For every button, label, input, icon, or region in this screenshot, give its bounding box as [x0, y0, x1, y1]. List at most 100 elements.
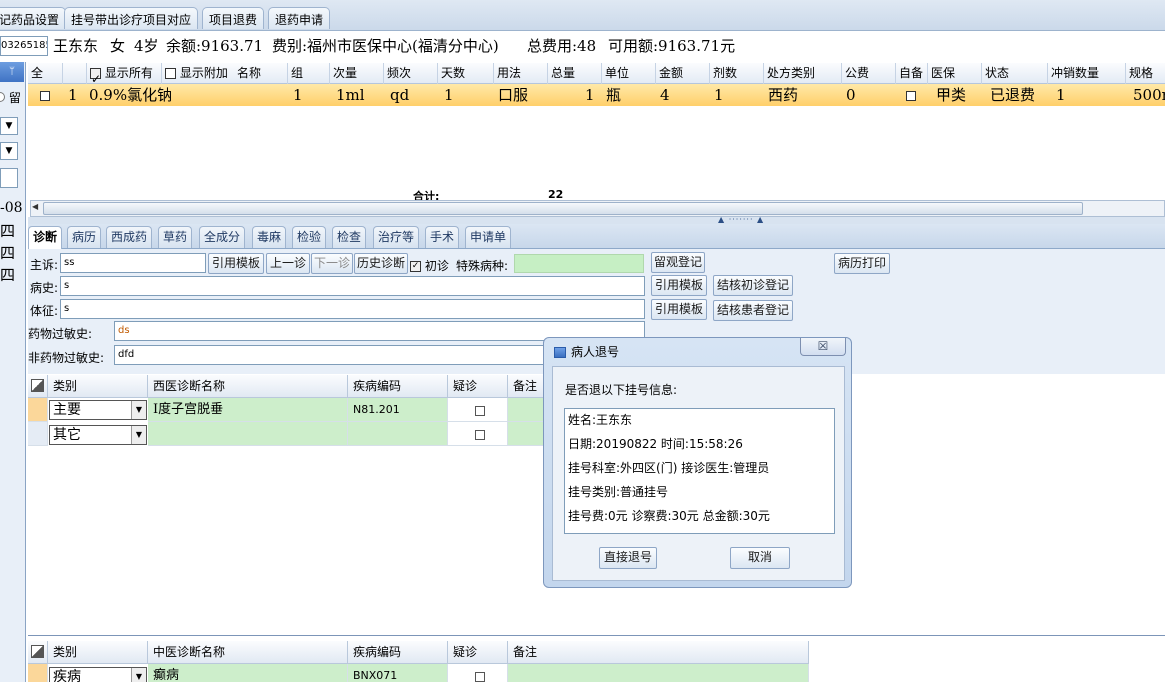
row-indicator-2[interactable] — [28, 422, 48, 446]
tab-request-form[interactable]: 申请单 — [465, 226, 512, 248]
order-row[interactable]: 1 0.9%氯化钠 1 1ml qd 1 口服 1 瓶 4 1 西药 0 甲类 … — [28, 84, 1165, 106]
left-row-2[interactable]: 四 — [0, 242, 15, 263]
row-self-checkbox-icon[interactable] — [906, 84, 916, 106]
tab-herbal[interactable]: 草药 — [158, 226, 193, 248]
row-status: 已退费 — [990, 86, 1036, 104]
order-grid-scrollbar[interactable]: ◀ — [30, 200, 1165, 217]
row-rx-type: 西药 — [768, 86, 799, 104]
close-icon[interactable]: ☒ — [800, 338, 846, 356]
template-button[interactable]: 引用模板 — [208, 253, 264, 274]
wdx-code-cell[interactable]: N81.201 — [348, 398, 448, 422]
first-visit-checkbox[interactable]: ✓ 初诊 — [410, 257, 449, 274]
chevron-down-icon[interactable]: ▼ — [131, 426, 146, 444]
tab-drug-settings[interactable]: 记药品设置 — [0, 7, 67, 29]
chevron-down-icon[interactable]: ▼ — [131, 401, 146, 419]
tab-diagnosis[interactable]: 诊断 — [28, 226, 63, 249]
tab-lab-test[interactable]: 检验 — [292, 226, 327, 248]
sign-label: 体征: — [30, 304, 59, 318]
tab-treatment[interactable]: 治疗等 — [373, 226, 420, 248]
complaint-input[interactable]: ss — [60, 253, 206, 273]
tdx-col-code: 疾病编码 — [348, 641, 448, 664]
observation-register-button[interactable]: 留观登记 — [651, 252, 705, 273]
check-icon[interactable]: ✓ — [410, 261, 421, 272]
col-spec: 规格 — [1129, 66, 1154, 80]
tab-surgery[interactable]: 手术 — [425, 226, 460, 248]
tab-narcotics[interactable]: 毒麻 — [252, 226, 287, 248]
tab-item-refund[interactable]: 项目退费 — [202, 7, 265, 29]
show-extra-checkbox-icon[interactable] — [165, 68, 176, 79]
tcm-row-indicator[interactable] — [28, 664, 48, 682]
patient-balance: 余额:9163.71 — [166, 37, 264, 55]
row-checkbox-icon[interactable] — [40, 84, 50, 106]
prev-visit-button[interactable]: 上一诊 — [266, 253, 310, 274]
pin-icon[interactable]: ᛘ — [0, 62, 24, 82]
chevron-down-icon[interactable]: ▼ — [131, 668, 146, 682]
patient-id-field[interactable]: 03265185 — [0, 36, 48, 56]
col-show-all[interactable]: ✓ 显示所有 — [87, 63, 162, 84]
wdx-name-cell-2[interactable] — [148, 422, 348, 446]
show-all-checkbox-icon[interactable]: ✓ — [90, 68, 101, 84]
row-insurance: 甲类 — [936, 86, 967, 104]
left-row-3[interactable]: 四 — [0, 264, 15, 285]
tab-examination[interactable]: 检查 — [332, 226, 367, 248]
col-show-extra[interactable]: 显示附加 — [162, 63, 234, 84]
wdx-suspect-checkbox-icon[interactable] — [448, 398, 508, 422]
next-visit-button[interactable]: 下一诊 — [311, 253, 353, 274]
tcm-category-combo[interactable]: 疾病 ▼ — [49, 667, 147, 682]
order-grid-header: 全 ✓ 显示所有 显示附加 名称 组 次量 频次 天数 用法 总量 单位 金额 … — [28, 63, 1165, 84]
tdx-col-suspect: 疑诊 — [448, 641, 508, 664]
wdx-suspect-checkbox-icon-2[interactable] — [448, 422, 508, 446]
patient-age: 4岁 — [134, 37, 159, 55]
row-doses: 1 — [714, 86, 724, 104]
print-record-button[interactable]: 病历打印 — [834, 253, 890, 274]
splitter-grip-icon[interactable]: ▲ ······· ▲ — [718, 215, 764, 224]
left-dropdown-2[interactable]: ▼ — [0, 142, 18, 160]
tab-medical-record[interactable]: 病历 — [67, 226, 102, 248]
category-combo-other[interactable]: 其它 ▼ — [49, 425, 147, 445]
non-drug-allergy-label: 非药物过敏史: — [28, 351, 105, 365]
sign-input[interactable]: s — [60, 299, 645, 319]
wdx-code-cell-2[interactable] — [348, 422, 448, 446]
tab-western-medicine[interactable]: 西成药 — [106, 226, 153, 248]
scroll-left-icon[interactable]: ◀ — [32, 202, 38, 211]
grid-corner[interactable] — [28, 375, 48, 398]
history-input[interactable]: s — [60, 276, 645, 296]
category-combo-main[interactable]: 主要 ▼ — [49, 400, 147, 420]
tb-patient-register-button[interactable]: 结核患者登记 — [713, 300, 793, 321]
scrollbar-thumb[interactable] — [43, 202, 1083, 215]
left-input[interactable] — [0, 168, 18, 188]
row-freq: qd — [390, 86, 410, 104]
patient-name: 王东东 — [53, 37, 99, 55]
tdx-note-cell[interactable] — [508, 664, 809, 682]
tdx-suspect-checkbox-icon[interactable] — [448, 664, 508, 682]
tab-registration-items[interactable]: 挂号带出诊疗项目对应 — [64, 7, 199, 29]
row-offset: 1 — [1056, 86, 1066, 104]
tb-first-register-button[interactable]: 结核初诊登记 — [713, 275, 793, 296]
wdx-col-code: 疾病编码 — [348, 375, 448, 398]
patient-available: 可用额:9163.71元 — [608, 37, 736, 55]
tab-drug-return[interactable]: 退药申请 — [268, 7, 331, 29]
confirm-cancel-button[interactable]: 直接退号 — [599, 547, 657, 569]
tdx-name-cell[interactable]: 癫病 — [148, 664, 348, 682]
tcm-grid-corner[interactable] — [28, 641, 48, 664]
tdx-code-cell[interactable]: BNX071 — [348, 664, 448, 682]
left-dropdown-1[interactable]: ▼ — [0, 117, 18, 135]
tab-full-ingredients[interactable]: 全成分 — [199, 226, 246, 248]
wdx-col-suspect: 疑诊 — [448, 375, 508, 398]
col-status: 状态 — [982, 63, 1048, 84]
cancel-button[interactable]: 取消 — [730, 547, 790, 569]
template-button-2[interactable]: 引用模板 — [651, 275, 707, 296]
history-diagnosis-button[interactable]: 历史诊断 — [354, 253, 408, 274]
splitter[interactable]: ▲ ······· ▲ — [28, 215, 1165, 224]
radio-icon[interactable] — [0, 92, 5, 102]
special-disease-field[interactable] — [514, 254, 644, 273]
template-button-3[interactable]: 引用模板 — [651, 299, 707, 320]
wdx-name-cell[interactable]: Ⅰ度子宫脱垂 — [148, 398, 348, 422]
row-indicator[interactable] — [28, 398, 48, 422]
row-dose: 1ml — [336, 86, 365, 104]
col-dose: 次量 — [330, 63, 384, 84]
col-select-all[interactable]: 全 — [28, 63, 63, 84]
patient-fee-type: 费别:福州市医保中心(福清分中心) — [272, 37, 499, 55]
window-icon — [554, 347, 566, 358]
left-row-1[interactable]: 四 — [0, 220, 15, 241]
